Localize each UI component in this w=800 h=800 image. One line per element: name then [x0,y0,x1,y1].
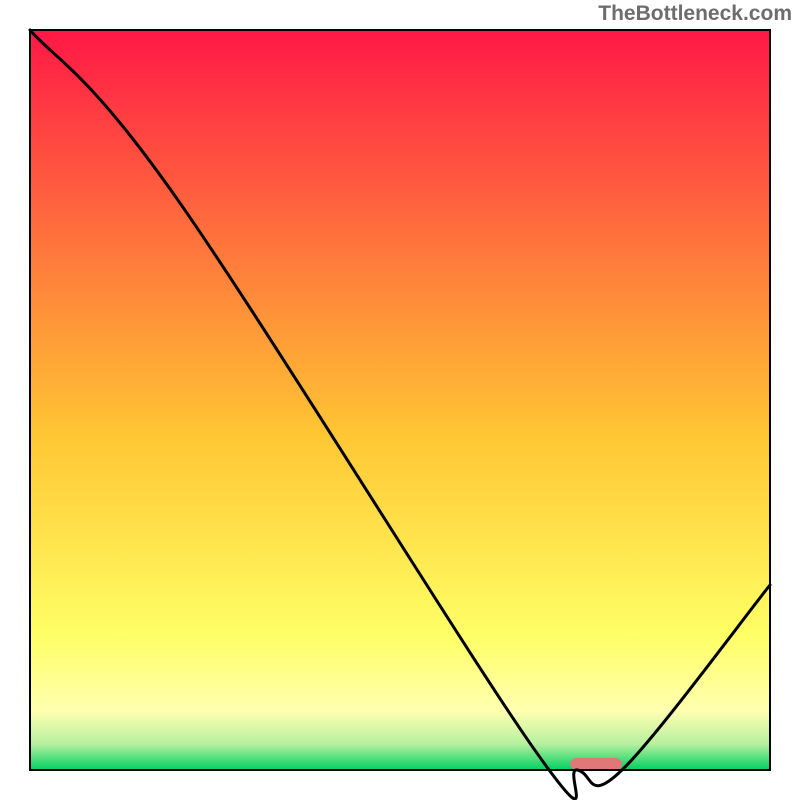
chart-container: TheBottleneck.com [0,0,800,800]
watermark-text: TheBottleneck.com [598,2,792,26]
bottleneck-chart [0,0,800,800]
